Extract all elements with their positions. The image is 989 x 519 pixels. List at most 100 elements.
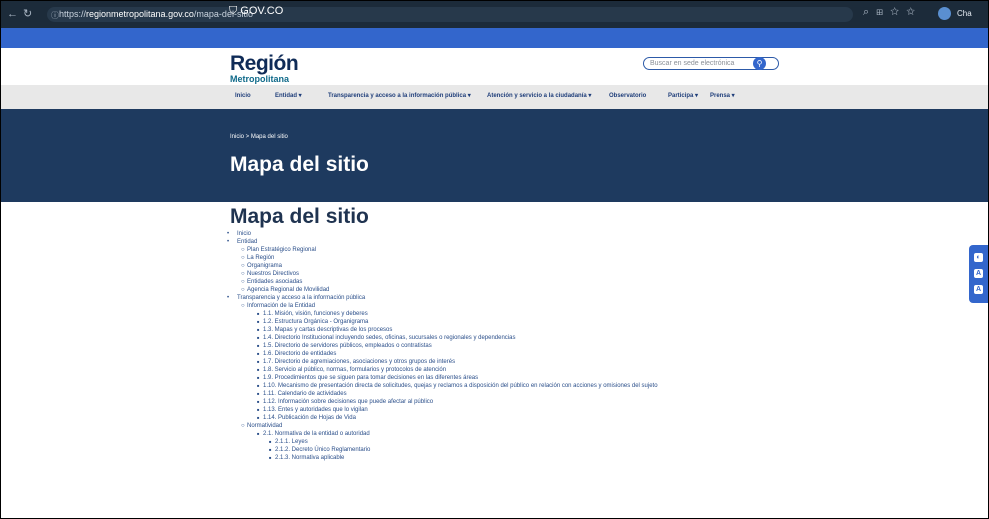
list-bullet-icon: ■ <box>257 431 260 436</box>
list-bullet-icon: ■ <box>257 375 260 380</box>
sitemap-link[interactable]: ■ 1.7. Directorio de agremiaciones, asoci… <box>233 358 658 366</box>
list-bullet-icon: ■ <box>257 359 260 364</box>
sitemap-link[interactable]: ■ 2.1.2. Decreto Único Reglamentario <box>233 446 658 454</box>
nav-item-observatorio[interactable]: Observatorio <box>609 91 646 102</box>
sitemap-link[interactable]: ■ 1.13. Entes y autoridades que lo vigila… <box>233 406 658 414</box>
font-increase-icon[interactable]: A <box>974 285 983 294</box>
sitemap-link[interactable]: ■ 1.11. Calendario de actividades <box>233 390 658 398</box>
sitemap-link[interactable]: ■ 1.2. Estructura Orgánica - Organigrama <box>233 318 658 326</box>
sitemap-link[interactable]: ○ Plan Estratégico Regional <box>233 246 658 254</box>
list-bullet-icon: ■ <box>257 319 260 324</box>
profile-avatar[interactable] <box>938 7 951 20</box>
sitemap-link-label: 1.7. Directorio de agremiaciones, asocia… <box>263 359 456 365</box>
sitemap-link[interactable]: ○ La Región <box>233 254 658 262</box>
nav-item-participa[interactable]: Participa ▾ <box>668 91 698 102</box>
sitemap-link[interactable]: ■ 1.14. Publicación de Hojas de Vida <box>233 414 658 422</box>
sitemap-link-label: 2.1.2. Decreto Único Reglamentario <box>275 447 371 453</box>
sitemap-link-label: 1.8. Servicio al público, normas, formul… <box>263 367 447 373</box>
chat-extension-label[interactable]: Cha <box>957 8 972 20</box>
list-bullet-icon: ■ <box>269 447 272 452</box>
list-bullet-icon: ■ <box>257 407 260 412</box>
sitemap-link[interactable]: ○ Información de la Entidad <box>233 302 658 310</box>
sitemap-link[interactable]: ■ 1.6. Directorio de entidades <box>233 350 658 358</box>
sitemap-link[interactable]: ■ 2.1.3. Normativa aplicable <box>233 454 658 462</box>
sitemap-link-label: 1.6. Directorio de entidades <box>263 351 337 357</box>
sitemap-link[interactable]: ○ Entidades asociadas <box>233 278 658 286</box>
nav-item-atencion[interactable]: Atención y servicio a la ciudadanía ▾ <box>487 91 591 102</box>
sitemap-link-label: 1.10. Mecanismo de presentación directa … <box>263 383 658 389</box>
sitemap-link[interactable]: ○ Normatividad <box>233 422 658 430</box>
sitemap-link-label: Entidades asociadas <box>247 279 303 285</box>
reload-icon[interactable]: ↻ <box>23 6 32 22</box>
list-bullet-icon: • <box>227 295 230 301</box>
list-bullet-icon: ■ <box>257 367 260 372</box>
sitemap-link[interactable]: ■ 1.9. Procedimientos que se siguen para … <box>233 374 658 382</box>
gov-co-bar <box>1 28 988 48</box>
list-bullet-icon: ■ <box>257 383 260 388</box>
sitemap-link[interactable]: ■ 1.5. Directorio de servidores públicos,… <box>233 342 658 350</box>
back-icon[interactable]: ← <box>7 6 18 22</box>
sitemap-link-label: Entidad <box>237 239 258 245</box>
sitemap-link-label: Organigrama <box>247 263 283 269</box>
sitemap-link-label: 1.1. Misión, visión, funciones y deberes <box>263 311 368 317</box>
sitemap-link[interactable]: ○ Nuestros Directivos <box>233 270 658 278</box>
site-logo-subtitle[interactable]: Metropolitana <box>230 74 289 84</box>
sitemap-link-label: 1.11. Calendario de actividades <box>263 391 347 397</box>
sitemap-link-label: 1.5. Directorio de servidores públicos, … <box>263 343 432 349</box>
browser-toolbar: ← ↻ ⓘ https://regionmetropolitana.gov.co… <box>1 1 988 28</box>
sitemap-link-label: 1.9. Procedimientos que se siguen para t… <box>263 375 479 381</box>
list-bullet-icon: • <box>227 239 230 245</box>
breadcrumb[interactable]: Inicio > Mapa del sitio <box>230 132 288 142</box>
page-title: Mapa del sitio <box>230 205 369 228</box>
list-bullet-icon: ○ <box>241 287 245 293</box>
sitemap-link[interactable]: ■ 2.1.1. Leyes <box>233 438 658 446</box>
sitemap-link-label: Inicio <box>237 231 252 237</box>
contrast-icon[interactable]: ◐ <box>974 253 983 262</box>
sitemap-link-label: 1.4. Directorio Institucional incluyendo… <box>263 335 516 341</box>
url-domain: regionmetropolitana.gov.co <box>86 9 194 19</box>
browser-action-icons[interactable]: ⌕⊞☆✩ <box>863 6 922 19</box>
search-icon[interactable]: ⚲ <box>753 57 766 70</box>
sitemap-link[interactable]: • Transparencia y acceso a la información… <box>227 294 658 302</box>
sitemap-link-label: 1.12. Información sobre decisiones que p… <box>263 399 434 405</box>
sitemap-link-label: Transparencia y acceso a la información … <box>237 295 366 301</box>
sitemap-link[interactable]: ■ 2.1. Normativa de la entidad o autorida… <box>233 430 658 438</box>
nav-item-inicio[interactable]: Inicio <box>235 91 251 102</box>
sitemap-link[interactable]: ■ 1.8. Servicio al público, normas, formu… <box>233 366 658 374</box>
sitemap-link[interactable]: ■ 1.12. Información sobre decisiones que … <box>233 398 658 406</box>
search-placeholder: Buscar en sede electrónica <box>650 60 735 67</box>
sitemap-link-label: Plan Estratégico Regional <box>247 247 317 253</box>
site-logo-title[interactable]: Región <box>230 53 299 74</box>
list-bullet-icon: ■ <box>257 391 260 396</box>
list-bullet-icon: ■ <box>269 439 272 444</box>
sitemap-link[interactable]: ■ 1.1. Misión, visión, funciones y debere… <box>233 310 658 318</box>
sitemap-link[interactable]: ■ 1.3. Mapas y cartas descriptivas de los… <box>233 326 658 334</box>
list-bullet-icon: ○ <box>241 255 245 261</box>
list-bullet-icon: ○ <box>241 247 245 253</box>
url-text[interactable]: https://regionmetropolitana.gov.co/mapa-… <box>59 8 253 21</box>
list-bullet-icon: ○ <box>241 279 245 285</box>
sitemap-link[interactable]: ■ 1.10. Mecanismo de presentación directa… <box>233 382 658 390</box>
list-bullet-icon: ■ <box>269 455 272 460</box>
site-info-icon[interactable]: ⓘ <box>51 8 59 24</box>
sitemap-link-label: Normatividad <box>247 423 283 429</box>
page: ← ↻ ⓘ https://regionmetropolitana.gov.co… <box>0 0 989 519</box>
sitemap-link[interactable]: • Entidad <box>227 238 658 246</box>
nav-item-prensa[interactable]: Prensa ▾ <box>710 91 735 102</box>
sitemap-link-label: Agencia Regional de Movilidad <box>247 287 330 293</box>
list-bullet-icon: ■ <box>257 311 260 316</box>
sitemap-link-label: La Región <box>247 255 275 261</box>
nav-item-entidad[interactable]: Entidad ▾ <box>275 91 302 102</box>
nav-item-transparencia[interactable]: Transparencia y acceso a la información … <box>328 91 471 102</box>
hero-title: Mapa del sitio <box>230 153 369 176</box>
sitemap-link[interactable]: ○ Organigrama <box>233 262 658 270</box>
sitemap-link[interactable]: ○ Agencia Regional de Movilidad <box>233 286 658 294</box>
sitemap-link-label: 1.3. Mapas y cartas descriptivas de los … <box>263 327 393 333</box>
sitemap-link[interactable]: ■ 1.4. Directorio Institucional incluyend… <box>233 334 658 342</box>
list-bullet-icon: • <box>227 231 230 237</box>
sitemap-link[interactable]: • Inicio <box>227 230 658 238</box>
gov-co-logo[interactable]: ⛉ GOV.CO <box>229 5 283 17</box>
font-decrease-icon[interactable]: A <box>974 269 983 278</box>
sitemap-link-label: 2.1.3. Normativa aplicable <box>275 455 345 461</box>
sitemap-link-label: 2.1. Normativa de la entidad o autoridad <box>263 431 370 437</box>
